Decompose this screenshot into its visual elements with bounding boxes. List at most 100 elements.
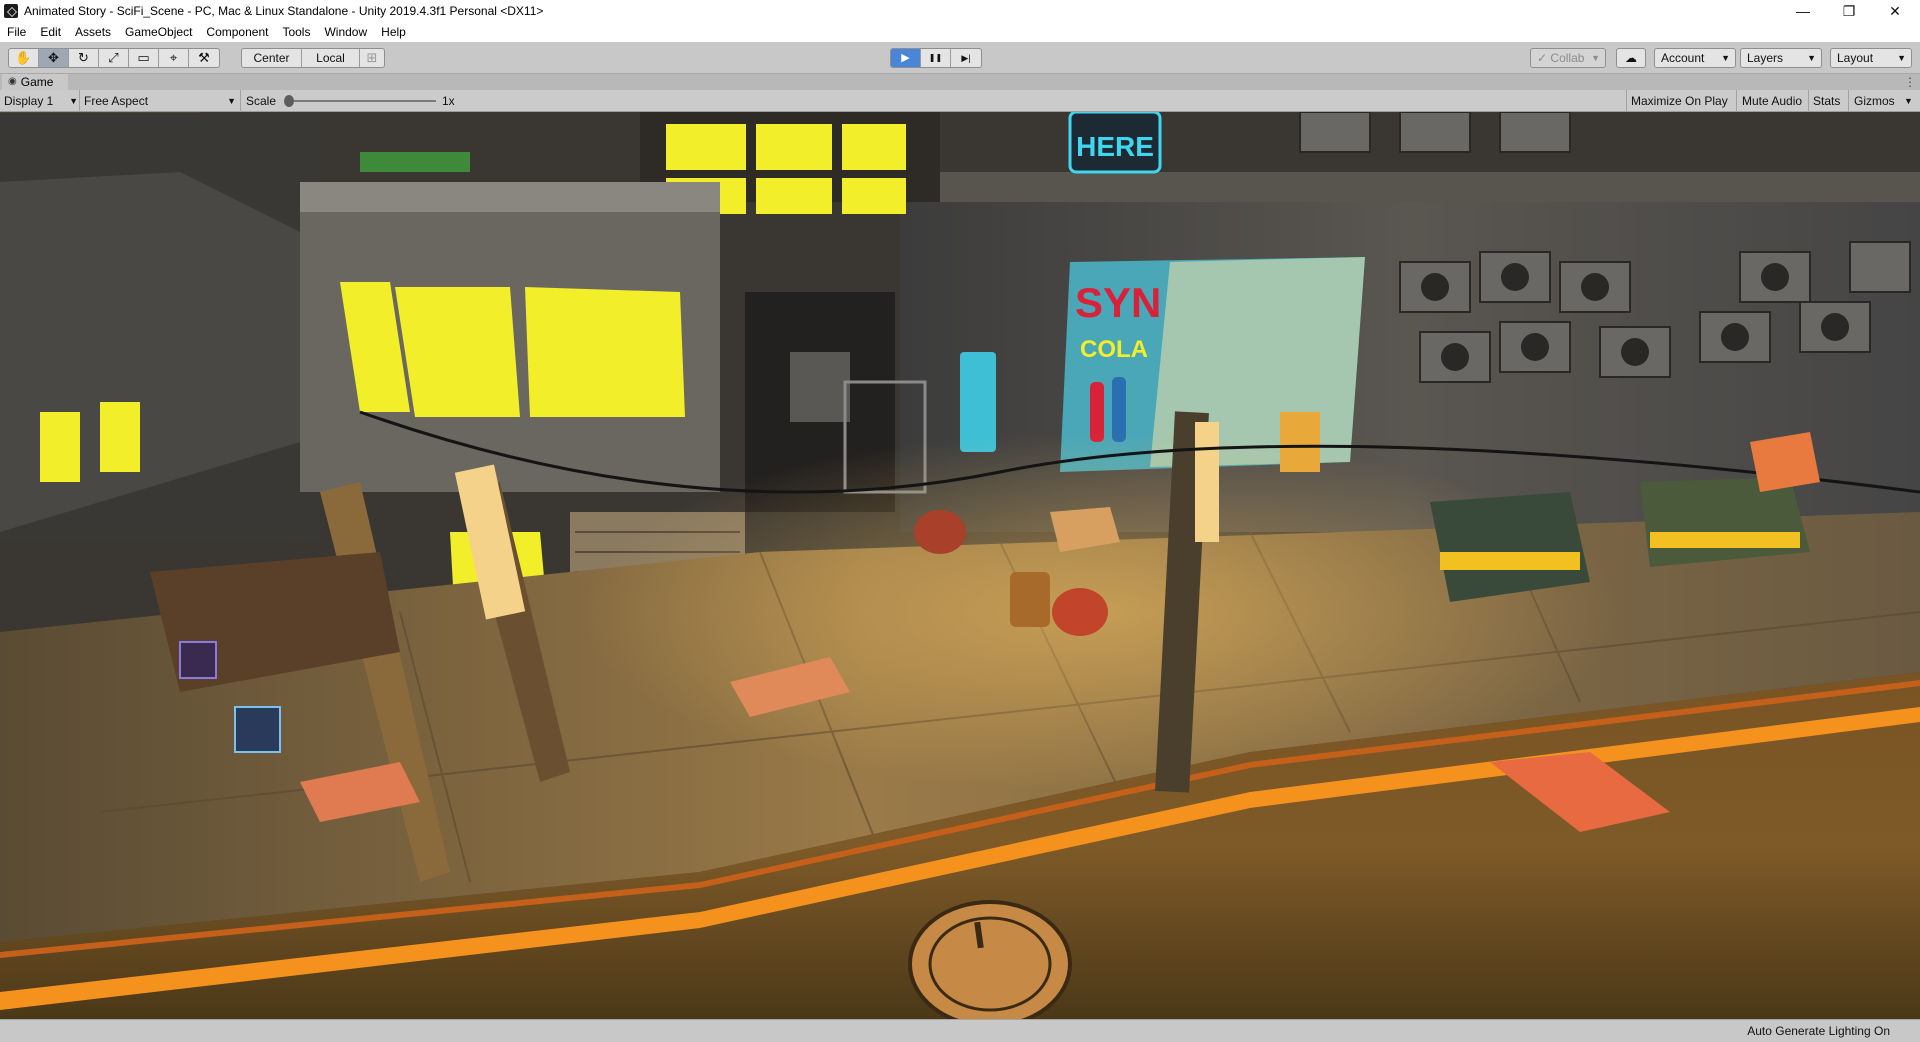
- layout-label: Layout: [1837, 51, 1874, 65]
- collab-label: Collab: [1550, 51, 1585, 65]
- account-dropdown[interactable]: Account ▼: [1654, 48, 1736, 68]
- custom-tool-icon: ⚒: [198, 50, 210, 65]
- divider: [1736, 90, 1737, 112]
- menu-tools[interactable]: Tools: [275, 22, 317, 42]
- roof-green-trim: [360, 152, 470, 172]
- gizmos-dropdown-arrow[interactable]: ▼: [1904, 90, 1913, 112]
- scale-tool-button[interactable]: ⤢: [99, 49, 129, 67]
- left-lantern: [40, 412, 80, 482]
- step-button[interactable]: ▶|: [951, 49, 981, 67]
- hand-tool-button[interactable]: ✋: [9, 49, 39, 67]
- pivot-center-label: Center: [253, 51, 290, 65]
- title-bar: Animated Story - SciFi_Scene - PC, Mac &…: [0, 0, 1920, 22]
- game-tab-icon: ◉: [8, 76, 17, 87]
- chevron-down-icon: ▼: [1807, 53, 1816, 63]
- layers-label: Layers: [1747, 51, 1784, 65]
- menu-help[interactable]: Help: [374, 22, 413, 42]
- layers-dropdown[interactable]: Layers ▼: [1740, 48, 1822, 68]
- pivot-local-button[interactable]: Local: [302, 49, 360, 67]
- cloud-button[interactable]: ☁: [1616, 48, 1646, 68]
- rect-icon: ▭: [137, 50, 150, 65]
- transform-tool-button[interactable]: ⌖: [159, 49, 189, 67]
- menu-edit[interactable]: Edit: [33, 22, 68, 42]
- playback-group: ▶ ❚❚ ▶|: [890, 48, 982, 68]
- game-viewport[interactable]: HERE SYN COLA: [0, 112, 1920, 1019]
- pivot-group: Center Local ⊞: [241, 48, 385, 68]
- trash-bag: [914, 510, 966, 554]
- poster-syn-text: SYN: [1075, 279, 1161, 326]
- minimize-button[interactable]: —: [1780, 0, 1826, 22]
- menu-window[interactable]: Window: [317, 22, 374, 42]
- divider: [1848, 90, 1849, 112]
- mute-audio-toggle[interactable]: Mute Audio: [1742, 90, 1802, 112]
- trash-bag: [1052, 588, 1108, 636]
- transform-tools-group: ✋ ✥ ↻ ⤢ ▭ ⌖ ⚒: [8, 48, 220, 68]
- play-button[interactable]: ▶: [891, 49, 921, 67]
- dumpster: [1640, 477, 1810, 567]
- chevron-down-icon: ▼: [1591, 53, 1600, 63]
- divider: [79, 90, 80, 112]
- divider: [1626, 90, 1627, 112]
- account-label: Account: [1661, 51, 1705, 65]
- snap-button[interactable]: ⊞: [360, 49, 384, 67]
- left-lantern: [100, 402, 140, 472]
- menu-gameobject[interactable]: GameObject: [118, 22, 199, 42]
- move-icon: ✥: [48, 50, 59, 65]
- main-toolbar: ✋ ✥ ↻ ⤢ ▭ ⌖ ⚒ Center Local ⊞ ▶ ❚❚ ▶| ✓ C…: [0, 42, 1920, 74]
- aspect-label: Free Aspect: [84, 94, 149, 108]
- manhole-cover: [908, 900, 1072, 1019]
- hand-icon: ✋: [15, 50, 32, 65]
- status-bar: Auto Generate Lighting On: [0, 1019, 1920, 1042]
- divider: [240, 90, 241, 112]
- collab-dropdown[interactable]: ✓ Collab ▼: [1530, 48, 1606, 68]
- pivot-local-label: Local: [316, 51, 345, 65]
- display-dropdown[interactable]: Display 1 ▼: [4, 90, 78, 112]
- window-title: Animated Story - SciFi_Scene - PC, Mac &…: [24, 4, 544, 18]
- menu-file[interactable]: File: [0, 22, 33, 42]
- game-view-controls: Display 1 ▼ Free Aspect ▼ Scale 1x Maxim…: [0, 90, 1920, 112]
- tab-game-label: Game: [20, 75, 54, 89]
- tab-strip: ◉ Game ⋮: [0, 74, 1920, 90]
- scale-slider-thumb[interactable]: [284, 95, 294, 107]
- scale-icon: ⤢: [108, 50, 119, 65]
- close-button[interactable]: ✕: [1872, 0, 1918, 22]
- rotate-tool-button[interactable]: ↻: [69, 49, 99, 67]
- chevron-down-icon: ▼: [1721, 53, 1730, 63]
- scale-value: 1x: [442, 94, 455, 108]
- pause-button[interactable]: ❚❚: [921, 49, 951, 67]
- check-icon: ✓: [1537, 51, 1548, 65]
- scene-render: HERE SYN COLA: [0, 112, 1920, 1019]
- here-sign-text: HERE: [1076, 131, 1154, 162]
- maximize-button[interactable]: ❐: [1826, 0, 1872, 22]
- stats-toggle[interactable]: Stats: [1813, 90, 1840, 112]
- aspect-dropdown[interactable]: Free Aspect ▼: [84, 90, 236, 112]
- pause-icon: ❚❚: [928, 53, 943, 62]
- tab-game[interactable]: ◉ Game: [2, 74, 68, 90]
- trash-bin: [1010, 572, 1050, 627]
- rotate-icon: ↻: [78, 50, 89, 65]
- move-tool-button[interactable]: ✥: [39, 49, 69, 67]
- right-building-ledge: [900, 172, 1920, 202]
- pivot-center-button[interactable]: Center: [242, 49, 302, 67]
- maximize-on-play-toggle[interactable]: Maximize On Play: [1631, 90, 1728, 112]
- chevron-down-icon: ▼: [227, 96, 236, 106]
- rect-tool-button[interactable]: ▭: [129, 49, 159, 67]
- snap-icon: ⊞: [366, 50, 378, 65]
- divider: [1808, 90, 1809, 112]
- gizmos-toggle[interactable]: Gizmos: [1854, 90, 1895, 112]
- corner-building-roof: [300, 182, 720, 212]
- menu-component[interactable]: Component: [199, 22, 275, 42]
- menu-assets[interactable]: Assets: [68, 22, 118, 42]
- menu-bar: File Edit Assets GameObject Component To…: [0, 22, 1920, 42]
- unity-app-icon: [4, 4, 18, 18]
- display-label: Display 1: [4, 94, 54, 108]
- stall-sign: [179, 641, 217, 679]
- tab-menu-button[interactable]: ⋮: [1904, 74, 1916, 90]
- poster-cola-text: COLA: [1080, 336, 1148, 363]
- layout-dropdown[interactable]: Layout ▼: [1830, 48, 1912, 68]
- cloud-icon: ☁: [1625, 51, 1637, 65]
- transform-icon: ⌖: [169, 50, 178, 65]
- chevron-down-icon: ▼: [69, 96, 78, 106]
- scale-slider-track[interactable]: [290, 100, 436, 102]
- custom-tool-button[interactable]: ⚒: [189, 49, 219, 67]
